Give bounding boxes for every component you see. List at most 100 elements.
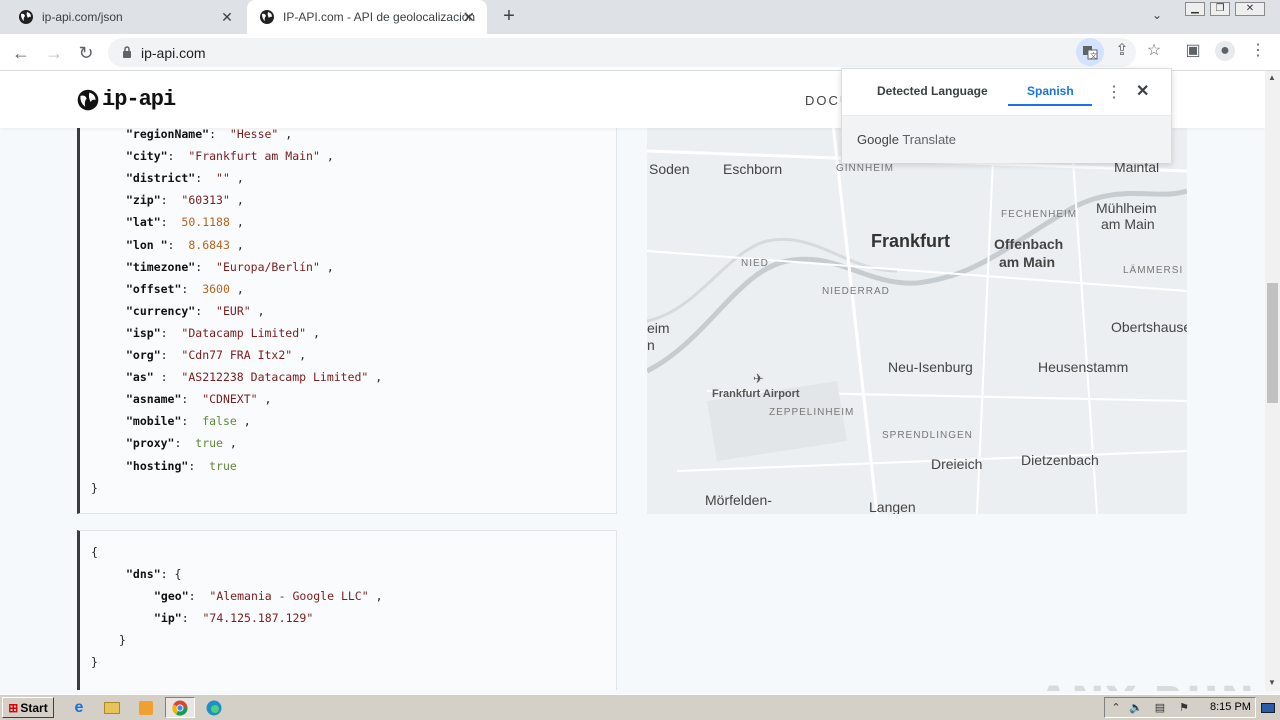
json-value: "Europa/Berlín" <box>216 259 320 274</box>
json-tail: , <box>285 127 293 141</box>
tab-spanish[interactable]: Spanish <box>1027 84 1074 98</box>
lock-icon[interactable] <box>122 46 132 58</box>
network-icon[interactable]: ▤ <box>1153 701 1167 715</box>
json-key: "timezone" <box>126 259 196 274</box>
translate-popup: Detected Language Spanish ⋮ ✕ Google Tra… <box>841 68 1173 163</box>
page-content: ip-api DOCU "regionName": "Hesse" , "city… <box>0 71 1265 691</box>
map-label: Langen <box>869 499 916 514</box>
json-key: "city" <box>126 149 168 164</box>
page-scrollbar[interactable]: ▲ ▼ <box>1265 71 1280 691</box>
json-value: true <box>209 458 237 473</box>
json-separator: : <box>160 348 168 362</box>
close-icon[interactable]: ✕ <box>1136 81 1149 101</box>
share-icon[interactable]: ⇪ <box>1112 41 1132 61</box>
json-line: "asname": "CDNEXT" , <box>126 392 271 406</box>
map-label: Dreieich <box>931 456 983 472</box>
forward-arrow-icon[interactable]: → <box>43 42 65 64</box>
json-tail: , <box>236 281 244 296</box>
map-label: ZEPPELINHEIM <box>769 407 855 418</box>
tab-search-chevron-icon[interactable]: ⌄ <box>1152 8 1162 22</box>
json-separator: : <box>167 149 175 164</box>
reload-icon[interactable]: ↻ <box>75 42 97 64</box>
address-bar[interactable]: ip-api.com <box>108 38 1136 67</box>
json-separator: : <box>167 237 175 252</box>
json-value: true <box>195 436 223 451</box>
start-label: Start <box>20 700 48 715</box>
translate-icon[interactable]: 文 <box>1076 38 1104 66</box>
more-options-icon[interactable]: ⋮ <box>1106 82 1122 102</box>
json-value: "Frankfurt am Main" <box>188 149 320 164</box>
minimize-button[interactable]: ▁ <box>1185 2 1205 16</box>
dns-response-block: { "dns": { "geo": "Alemania - Google LLC… <box>77 530 617 690</box>
site-logo[interactable]: ip-api <box>77 87 176 112</box>
json-value: "60313" <box>181 193 230 208</box>
ip-value: "74.125.187.129" <box>202 611 314 625</box>
dns-open: : { <box>160 567 182 581</box>
bookmark-star-icon[interactable]: ☆ <box>1144 41 1164 61</box>
show-desktop-icon[interactable] <box>1258 697 1278 718</box>
json-tail: , <box>264 392 272 407</box>
ie-icon[interactable]: e <box>64 697 94 718</box>
volume-icon[interactable]: 🔈 <box>1129 701 1143 715</box>
explorer-folder-icon[interactable] <box>97 697 127 718</box>
json-tail: , <box>236 193 244 208</box>
json-separator: : <box>181 392 189 407</box>
json-tail: , <box>257 303 265 318</box>
new-tab-button[interactable]: + <box>498 6 520 28</box>
tray-expand-icon[interactable]: ⌃ <box>1109 701 1123 715</box>
system-tray: ⌃ 🔈 ▤ ⚑ 8:15 PM <box>1104 697 1256 718</box>
menu-kebab-icon[interactable]: ⋮ <box>1248 41 1268 61</box>
inner-brace-close: } <box>119 633 126 647</box>
tab-ip-api-json[interactable]: ip-api.com/json ✕ <box>0 0 245 34</box>
tab-title: ip-api.com/json <box>42 10 123 24</box>
restore-button[interactable]: ❐ <box>1210 2 1230 16</box>
close-window-button[interactable]: ✕ <box>1235 2 1265 16</box>
flag-icon[interactable]: ⚑ <box>1177 701 1191 715</box>
edge-icon[interactable] <box>199 697 229 718</box>
json-key: "proxy" <box>126 436 175 451</box>
scroll-thumb[interactable] <box>1267 283 1278 403</box>
json-key: "lon " <box>126 237 168 252</box>
globe-favicon-icon <box>260 10 274 24</box>
brace-close: } <box>91 480 98 495</box>
tab-strip: ip-api.com/json ✕ IP-API.com - API de ge… <box>0 0 1280 34</box>
map-label: Frankfurt Airport <box>712 388 800 400</box>
tab-ip-api-geolocation[interactable]: IP-API.com - API de geolocalización ✕ <box>247 0 487 34</box>
close-tab-icon[interactable]: ✕ <box>219 9 235 25</box>
json-tail: , <box>236 237 244 252</box>
url-text[interactable]: ip-api.com <box>141 45 206 61</box>
json-value: 50.1188 <box>181 215 230 230</box>
dns-line: "dns": { <box>126 567 181 581</box>
anyrun-watermark: ANY RUN <box>1038 679 1256 691</box>
media-player-icon[interactable] <box>131 697 161 718</box>
json-separator: : <box>188 458 196 473</box>
json-key: "org" <box>126 348 161 362</box>
json-tail: , <box>326 259 334 274</box>
json-tail: , <box>243 414 251 429</box>
json-key: "as" <box>126 370 154 385</box>
json-separator: : <box>209 127 217 141</box>
profile-avatar-icon[interactable]: ● <box>1215 41 1235 61</box>
geo-line: "geo": "Alemania - Google LLC" , <box>154 589 383 603</box>
tab-detected-language[interactable]: Detected Language <box>877 84 988 98</box>
map-label: Frankfurt <box>871 231 951 251</box>
tab-title: IP-API.com - API de geolocalización <box>283 10 476 24</box>
scroll-up-arrow-icon[interactable]: ▲ <box>1268 73 1276 82</box>
json-tail: , <box>375 370 383 385</box>
dns-key: "dns" <box>126 567 161 581</box>
map-label: FECHENHEIM <box>1001 209 1078 220</box>
back-arrow-icon[interactable]: ← <box>10 42 32 64</box>
json-line: "org": "Cdn77 FRA Itx2" , <box>126 348 306 362</box>
json-value: 8.6843 <box>188 237 230 252</box>
map-label: LÄMMERSI <box>1123 265 1184 276</box>
start-button[interactable]: ⊞ Start <box>2 697 54 718</box>
scroll-down-arrow-icon[interactable]: ▼ <box>1268 678 1276 687</box>
json-value: 3600 <box>202 281 230 296</box>
close-tab-icon[interactable]: ✕ <box>461 9 477 25</box>
json-line: "isp": "Datacamp Limited" , <box>126 326 320 340</box>
chrome-icon[interactable] <box>165 697 195 718</box>
side-panel-icon[interactable]: ▣ <box>1183 41 1203 61</box>
json-line: "regionName": "Hesse" , <box>126 127 292 141</box>
json-key: "zip" <box>126 193 161 208</box>
brace-open: { <box>91 545 98 559</box>
